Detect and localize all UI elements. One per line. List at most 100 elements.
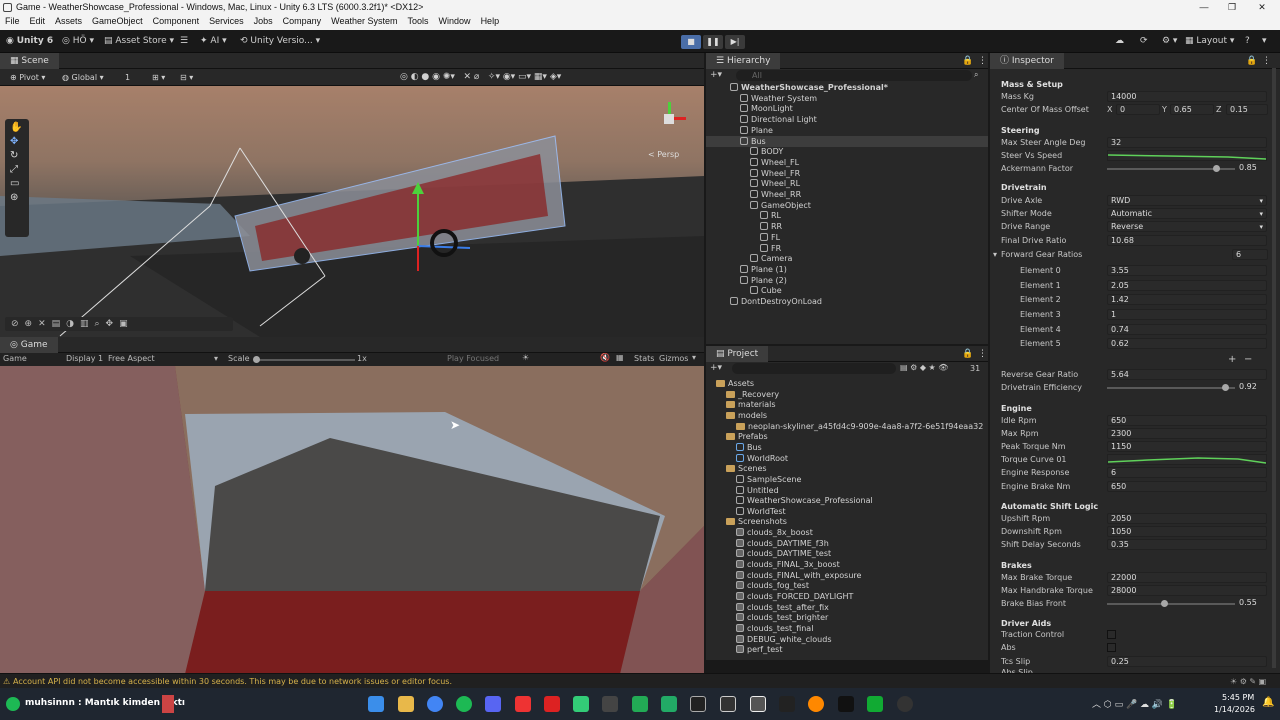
hierarchy-item[interactable]: FR <box>706 243 988 254</box>
max-steer-field[interactable]: 32 <box>1107 137 1267 148</box>
project-item[interactable]: clouds_FORCED_DAYLIGHT <box>706 591 853 602</box>
clock-time[interactable]: 5:45 PM <box>1222 693 1254 702</box>
drivetrain-efficiency-knob[interactable] <box>1222 384 1229 391</box>
project-item[interactable]: clouds_DAYTIME_test <box>706 548 831 559</box>
hierarchy-item[interactable]: Camera <box>706 253 988 264</box>
element-field[interactable]: 0.74 <box>1107 324 1267 335</box>
play-button[interactable]: ■ <box>681 35 701 49</box>
app-icon[interactable] <box>602 696 618 712</box>
pause-button[interactable]: ❚❚ <box>703 35 723 49</box>
shift-delay-field[interactable]: 0.35 <box>1107 539 1267 550</box>
pycharm-icon[interactable] <box>867 696 883 712</box>
menu-item[interactable]: Component <box>148 15 205 30</box>
idle-rpm-field[interactable]: 650 <box>1107 415 1267 426</box>
persp-label[interactable]: < Persp <box>648 150 679 159</box>
drivetrain-efficiency-value[interactable]: 0.92 <box>1236 382 1270 393</box>
max-brake-field[interactable]: 22000 <box>1107 572 1267 583</box>
display-dropdown[interactable]: Display 1 <box>66 354 103 363</box>
hierarchy-item[interactable]: Wheel_FR <box>706 168 988 179</box>
tab-project[interactable]: ▤ Project <box>706 346 769 362</box>
reverse-gear-field[interactable]: 5.64 <box>1107 369 1267 380</box>
project-search-input[interactable] <box>732 363 896 374</box>
start-icon[interactable] <box>368 696 384 712</box>
project-item[interactable]: Screenshots <box>706 516 787 527</box>
project-item[interactable]: Untitled <box>706 485 779 496</box>
project-item[interactable]: clouds_fog_test <box>706 580 809 591</box>
hierarchy-item[interactable]: Weather System <box>706 93 988 104</box>
app-icon[interactable] <box>632 696 648 712</box>
app-icon[interactable] <box>661 696 677 712</box>
hierarchy-item[interactable]: Plane (2) <box>706 275 988 286</box>
menu-item[interactable]: Company <box>278 15 327 30</box>
move-tool-icon[interactable]: ✥ <box>10 136 18 147</box>
steer-vs-speed-curve[interactable] <box>1107 150 1267 161</box>
drivetrain-efficiency-slider[interactable] <box>1107 387 1235 389</box>
lock-icon[interactable]: 🔒 <box>1246 53 1257 69</box>
game-viewport[interactable]: ➤ <box>0 366 704 674</box>
ai-button[interactable]: ✦ AI ▾ <box>200 34 227 49</box>
project-item[interactable]: WorldTest <box>706 506 786 517</box>
grid-icon[interactable]: ▦ <box>616 353 624 362</box>
com-x-field[interactable]: 0 <box>1116 104 1160 115</box>
add-element-button[interactable]: + <box>1228 354 1236 365</box>
hierarchy-item[interactable]: RR <box>706 221 988 232</box>
orientation-gizmo[interactable] <box>648 102 688 142</box>
hierarchy-item[interactable]: Plane (1) <box>706 264 988 275</box>
final-drive-field[interactable]: 10.68 <box>1107 235 1267 246</box>
app-icon[interactable] <box>897 696 913 712</box>
scale-slider[interactable] <box>255 359 355 361</box>
hierarchy-item[interactable]: Cube <box>706 285 988 296</box>
unity-hub-icon[interactable] <box>720 696 736 712</box>
more-icon[interactable]: ⋮ <box>1262 53 1271 69</box>
torque-curve-field[interactable] <box>1107 454 1267 465</box>
project-item[interactable]: clouds_test_after_fix <box>706 602 829 613</box>
hierarchy-item[interactable]: Wheel_RL <box>706 178 988 189</box>
hierarchy-item[interactable]: MoonLight <box>706 103 988 114</box>
traction-control-checkbox[interactable] <box>1107 630 1116 639</box>
project-item[interactable]: Scenes <box>706 463 767 474</box>
project-item[interactable]: materials <box>706 399 776 410</box>
snap-icon[interactable]: ⊟ ▾ <box>180 70 193 85</box>
search-icon[interactable]: ⌕ <box>974 70 978 80</box>
add-icon[interactable]: +▾ <box>710 363 722 373</box>
hierarchy-item[interactable]: WeatherShowcase_Professional* <box>706 82 988 93</box>
hand-tool-icon[interactable]: ✋ <box>10 122 22 133</box>
tab-inspector[interactable]: ⓘ Inspector <box>990 53 1064 69</box>
layout-dropdown[interactable]: ▦ Layout ▾ <box>1185 34 1234 49</box>
element-field[interactable]: 1 <box>1107 309 1267 320</box>
hierarchy-item[interactable]: Wheel_RR <box>706 189 988 200</box>
tray-icons[interactable]: ︿ ⬡ ▭ 🎤 ☁ 🔊 🔋 <box>1092 697 1177 710</box>
overlay-toolbar[interactable]: ⊘⊕✕▤◑▥⌕✥▣ <box>5 317 233 331</box>
app-icon[interactable] <box>573 696 589 712</box>
aspect-dropdown[interactable]: Free Aspect <box>108 354 155 363</box>
app-icon[interactable] <box>838 696 854 712</box>
global-dropdown[interactable]: ◍ Global ▾ <box>62 70 104 85</box>
brake-bias-slider[interactable] <box>1107 603 1235 605</box>
cloud-icon[interactable]: ☁ <box>1115 34 1124 49</box>
element-field[interactable]: 1.42 <box>1107 294 1267 305</box>
discord-icon[interactable] <box>485 696 501 712</box>
brake-bias-value[interactable]: 0.55 <box>1236 598 1270 609</box>
project-item[interactable]: models <box>706 410 767 421</box>
project-item[interactable]: neoplan-skyliner_a45fd4c9-909e-4aa8-a7f2… <box>706 421 983 432</box>
project-item[interactable]: clouds_test_final <box>706 623 813 634</box>
element-field[interactable]: 3.55 <box>1107 265 1267 276</box>
app-icon[interactable] <box>690 696 706 712</box>
app-icon[interactable] <box>515 696 531 712</box>
status-message[interactable]: Account API did not become accessible wi… <box>13 674 452 689</box>
now-playing[interactable]: muhsinnn : Mantık kimden çıktı <box>25 698 185 708</box>
hierarchy-item[interactable]: FL <box>706 232 988 243</box>
chrome-icon[interactable] <box>427 696 443 712</box>
rect-tool-icon[interactable]: ▭ <box>10 178 19 189</box>
chevron-down-icon[interactable]: ▾ <box>214 354 218 363</box>
stats-button[interactable]: Stats <box>634 354 654 363</box>
drive-range-dropdown[interactable]: Reverse <box>1107 221 1267 232</box>
hierarchy-item[interactable]: RL <box>706 210 988 221</box>
hierarchy-search-input[interactable]: All <box>736 70 972 81</box>
scale-tool-icon[interactable]: ⤢ <box>10 164 18 175</box>
downshift-field[interactable]: 1050 <box>1107 526 1267 537</box>
help-icon[interactable]: ? <box>1245 34 1250 49</box>
menu-item[interactable]: Window <box>434 15 476 30</box>
lock-icon[interactable]: 🔒 <box>962 53 973 69</box>
history-icon[interactable]: ⟳ <box>1140 34 1148 49</box>
